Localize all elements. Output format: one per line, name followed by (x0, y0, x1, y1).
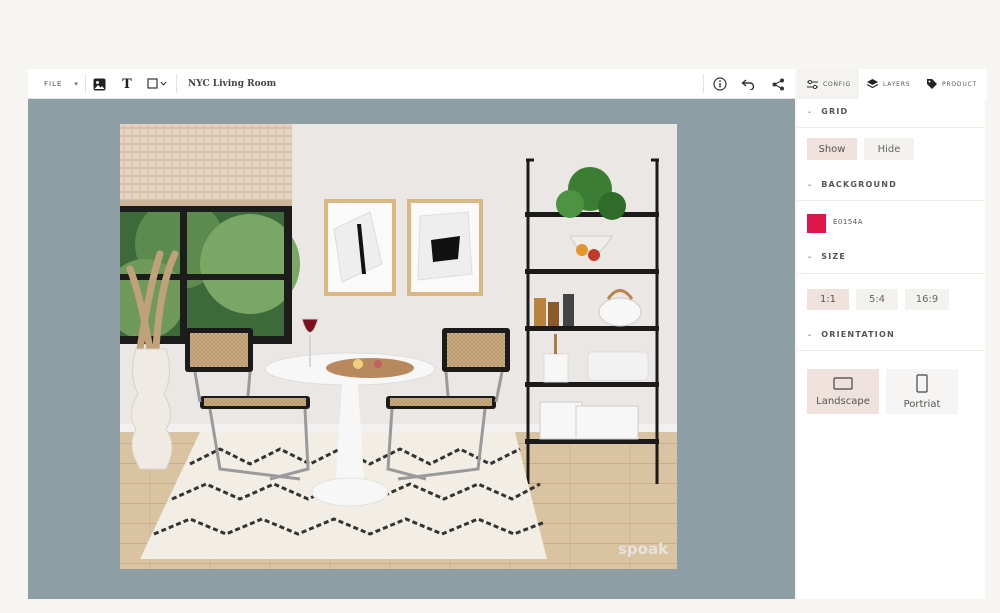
tab-layers[interactable]: LAYERS (859, 69, 924, 99)
chevron-down-icon: ⌄ (807, 181, 814, 188)
landscape-label: Landscape (816, 395, 870, 407)
orientation-heading: ORIENTATION (821, 330, 895, 339)
undo-button[interactable] (739, 75, 757, 93)
shape-tool-button[interactable] (146, 75, 170, 93)
text-tool-icon: T (122, 76, 132, 92)
editor-toolbar: FILE ▾ T NYC Living Room (28, 69, 795, 99)
tab-product[interactable]: PRODUCT (921, 69, 987, 99)
spoak-watermark: spoak (618, 540, 669, 558)
toolbar-divider (85, 74, 86, 93)
add-text-button[interactable]: T (118, 75, 136, 93)
toolbar-divider (703, 74, 704, 93)
sliders-icon (807, 79, 818, 89)
portrait-label: Portriat (903, 398, 941, 410)
wall-art-left (324, 199, 396, 296)
grid-heading: GRID (821, 107, 849, 116)
chevron-down-icon: ⌄ (807, 108, 814, 115)
properties-panel: ⌄ GRID Show Hide ⌄ BACKGROUND E0154A ⌄ S… (797, 99, 985, 599)
share-icon (772, 78, 784, 90)
share-button[interactable] (769, 75, 787, 93)
landscape-icon (833, 376, 853, 390)
divider (797, 200, 985, 201)
toolbar-divider (176, 74, 177, 93)
tab-layers-label: LAYERS (883, 80, 911, 88)
background-color-swatch[interactable] (807, 214, 826, 233)
layers-icon (867, 79, 878, 89)
landscape-button[interactable]: Landscape (807, 369, 879, 414)
tab-config[interactable]: CONFIG (802, 69, 862, 99)
background-heading: BACKGROUND (821, 180, 897, 189)
orientation-section-header[interactable]: ⌄ ORIENTATION (807, 330, 895, 339)
background-hex-value[interactable]: E0154A (833, 218, 863, 226)
divider (797, 273, 985, 274)
size-16-9-button[interactable]: 16:9 (905, 289, 949, 310)
chevron-down-icon: ▾ (74, 79, 79, 88)
undo-icon (741, 79, 755, 90)
size-section-header[interactable]: ⌄ SIZE (807, 252, 846, 261)
info-button[interactable] (711, 75, 729, 93)
portrait-icon (916, 373, 928, 393)
project-title[interactable]: NYC Living Room (188, 69, 276, 98)
background-section-header[interactable]: ⌄ BACKGROUND (807, 180, 897, 189)
file-menu-label: FILE (44, 79, 63, 88)
divider (797, 350, 985, 351)
add-image-button[interactable] (90, 75, 108, 93)
tag-icon (927, 79, 937, 89)
wall-art-right (407, 199, 483, 296)
chevron-down-icon: ⌄ (807, 253, 814, 260)
grid-show-button[interactable]: Show (807, 138, 857, 160)
image-icon (93, 78, 105, 90)
design-canvas[interactable]: spoak (28, 99, 795, 599)
file-menu[interactable]: FILE ▾ (44, 69, 79, 98)
grid-section-header[interactable]: ⌄ GRID (807, 107, 848, 116)
info-icon (713, 77, 727, 91)
tab-config-label: CONFIG (823, 80, 852, 88)
chevron-down-icon: ⌄ (807, 331, 814, 338)
grid-hide-button[interactable]: Hide (864, 138, 914, 160)
square-shape-icon (147, 78, 167, 89)
size-1-1-button[interactable]: 1:1 (807, 289, 849, 310)
panel-tab-bar: CONFIG LAYERS PRODUCT (797, 69, 987, 99)
size-heading: SIZE (821, 252, 847, 261)
room-collage[interactable]: spoak (120, 124, 677, 569)
divider (797, 127, 985, 128)
room-scene-illustration: spoak (120, 124, 677, 569)
portrait-button[interactable]: Portriat (886, 369, 958, 414)
tab-product-label: PRODUCT (942, 80, 977, 88)
size-5-4-button[interactable]: 5:4 (856, 289, 898, 310)
